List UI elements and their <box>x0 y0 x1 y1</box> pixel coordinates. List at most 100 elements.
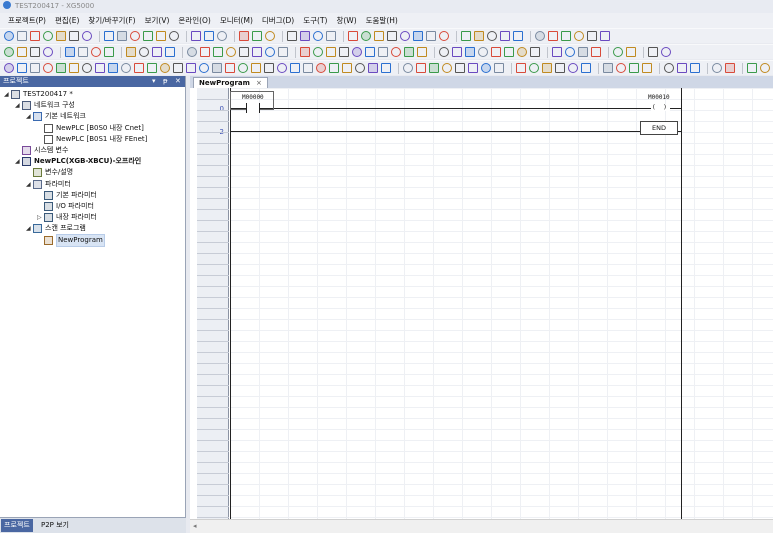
toolbar-button-icon[interactable] <box>403 63 413 73</box>
toolbar-button-icon[interactable] <box>368 63 378 73</box>
menu-item[interactable]: 찾기/바꾸기(F) <box>88 15 135 26</box>
toolbar-button-icon[interactable] <box>303 63 313 73</box>
toolbar-button-icon[interactable] <box>478 47 488 57</box>
tree-node[interactable]: I/O 파라미터 <box>37 201 94 212</box>
toolbar-button-icon[interactable] <box>252 47 262 57</box>
toolbar-button-icon[interactable] <box>300 47 310 57</box>
toolbar-button-icon[interactable] <box>191 31 201 41</box>
expand-toggle-icon[interactable]: ◢ <box>4 89 11 100</box>
toolbar-button-icon[interactable] <box>417 47 427 57</box>
menu-item[interactable]: 모니터(M) <box>220 15 253 26</box>
toolbar-button-icon[interactable] <box>265 47 275 57</box>
toolbar-button-icon[interactable] <box>603 63 613 73</box>
ladder-grid[interactable]: M00000 M00010 ( ) END <box>230 88 773 519</box>
toolbar-button-icon[interactable] <box>474 31 484 41</box>
toolbar-button-icon[interactable] <box>329 63 339 73</box>
toolbar-button-icon[interactable] <box>461 31 471 41</box>
toolbar-button-icon[interactable] <box>277 63 287 73</box>
menu-item[interactable]: 창(W) <box>336 15 356 26</box>
toolbar-button-icon[interactable] <box>416 63 426 73</box>
toolbar-button-icon[interactable] <box>690 63 700 73</box>
toolbar-button-icon[interactable] <box>629 63 639 73</box>
toolbar-button-icon[interactable] <box>626 47 636 57</box>
toolbar-button-icon[interactable] <box>491 47 501 57</box>
toolbar-button-icon[interactable] <box>342 63 352 73</box>
toolbar-button-icon[interactable] <box>147 63 157 73</box>
toolbar-button-icon[interactable] <box>355 63 365 73</box>
toolbar-button-icon[interactable] <box>513 31 523 41</box>
toolbar-button-icon[interactable] <box>4 31 14 41</box>
toolbar-button-icon[interactable] <box>642 63 652 73</box>
toolbar-button-icon[interactable] <box>529 63 539 73</box>
toolbar-button-icon[interactable] <box>199 63 209 73</box>
toolbar-button-icon[interactable] <box>555 63 565 73</box>
toolbar-button-icon[interactable] <box>661 47 671 57</box>
toolbar-button-icon[interactable] <box>613 47 623 57</box>
toolbar-button-icon[interactable] <box>239 31 249 41</box>
panel-dropdown-icon[interactable]: ▾ <box>152 76 156 87</box>
expand-toggle-icon[interactable]: ◢ <box>26 223 33 234</box>
toolbar-button-icon[interactable] <box>82 63 92 73</box>
toolbar-button-icon[interactable] <box>187 47 197 57</box>
toolbar-button-icon[interactable] <box>747 63 757 73</box>
toolbar-button-icon[interactable] <box>104 47 114 57</box>
tree-node[interactable]: 기본 파라미터 <box>37 190 97 201</box>
toolbar-button-icon[interactable] <box>578 47 588 57</box>
toolbar-button-icon[interactable] <box>442 63 452 73</box>
toolbar-button-icon[interactable] <box>278 47 288 57</box>
toolbar-button-icon[interactable] <box>186 63 196 73</box>
scroll-left-icon[interactable]: ◂ <box>193 522 197 530</box>
toolbar-button-icon[interactable] <box>43 31 53 41</box>
toolbar-button-icon[interactable] <box>542 63 552 73</box>
toolbar-button-icon[interactable] <box>225 63 235 73</box>
toolbar-button-icon[interactable] <box>17 47 27 57</box>
toolbar-button-icon[interactable] <box>439 31 449 41</box>
toolbar-button-icon[interactable] <box>574 31 584 41</box>
toolbar-button-icon[interactable] <box>169 31 179 41</box>
toolbar-button-icon[interactable] <box>391 47 401 57</box>
expand-toggle-icon[interactable]: ◢ <box>26 179 33 190</box>
toolbar-button-icon[interactable] <box>712 63 722 73</box>
toolbar-button-icon[interactable] <box>17 63 27 73</box>
toolbar-button-icon[interactable] <box>143 31 153 41</box>
tree-node[interactable]: 시스템 변수 <box>15 145 68 156</box>
toolbar-button-icon[interactable] <box>313 31 323 41</box>
toolbar-button-icon[interactable] <box>104 31 114 41</box>
toolbar-button-icon[interactable] <box>95 63 105 73</box>
toolbar-button-icon[interactable] <box>91 47 101 57</box>
menu-item[interactable]: 도구(T) <box>303 15 327 26</box>
tree-node[interactable]: ◢ NewPLC(XGB-XBCU)-오프라인 <box>15 156 141 167</box>
toolbar-button-icon[interactable] <box>265 31 275 41</box>
horizontal-scrollbar[interactable]: ◂ <box>190 519 773 533</box>
toolbar-button-icon[interactable] <box>326 47 336 57</box>
tab-newprogram[interactable]: NewProgram × <box>193 77 268 88</box>
menu-item[interactable]: 편집(E) <box>55 15 79 26</box>
toolbar-button-icon[interactable] <box>504 47 514 57</box>
toolbar-button-icon[interactable] <box>56 31 66 41</box>
toolbar-button-icon[interactable] <box>378 47 388 57</box>
toolbar-button-icon[interactable] <box>516 63 526 73</box>
toolbar-button-icon[interactable] <box>43 63 53 73</box>
toolbar-button-icon[interactable] <box>134 63 144 73</box>
menu-item[interactable]: 도움말(H) <box>366 15 398 26</box>
contact-symbol[interactable] <box>246 103 260 113</box>
toolbar-button-icon[interactable] <box>494 63 504 73</box>
toolbar-button-icon[interactable] <box>117 31 127 41</box>
tab-project[interactable]: 프로젝트 <box>1 519 33 532</box>
tree-node[interactable]: NewPLC [B0S1 내장 FEnet] <box>37 134 147 145</box>
toolbar-button-icon[interactable] <box>252 31 262 41</box>
toolbar-button-icon[interactable] <box>725 63 735 73</box>
toolbar-button-icon[interactable] <box>535 31 545 41</box>
toolbar-button-icon[interactable] <box>487 31 497 41</box>
toolbar-button-icon[interactable] <box>374 31 384 41</box>
toolbar-button-icon[interactable] <box>82 31 92 41</box>
tab-p2p-view[interactable]: P2P 보기 <box>38 519 72 532</box>
toolbar-button-icon[interactable] <box>316 63 326 73</box>
tree-node[interactable]: ◢ 파라미터 <box>26 179 71 190</box>
toolbar-button-icon[interactable] <box>290 63 300 73</box>
toolbar-button-icon[interactable] <box>78 47 88 57</box>
toolbar-button-icon[interactable] <box>30 31 40 41</box>
tree-node[interactable]: NewProgram <box>37 233 105 247</box>
toolbar-button-icon[interactable] <box>212 63 222 73</box>
tree-node[interactable]: 변수/설명 <box>26 167 73 178</box>
